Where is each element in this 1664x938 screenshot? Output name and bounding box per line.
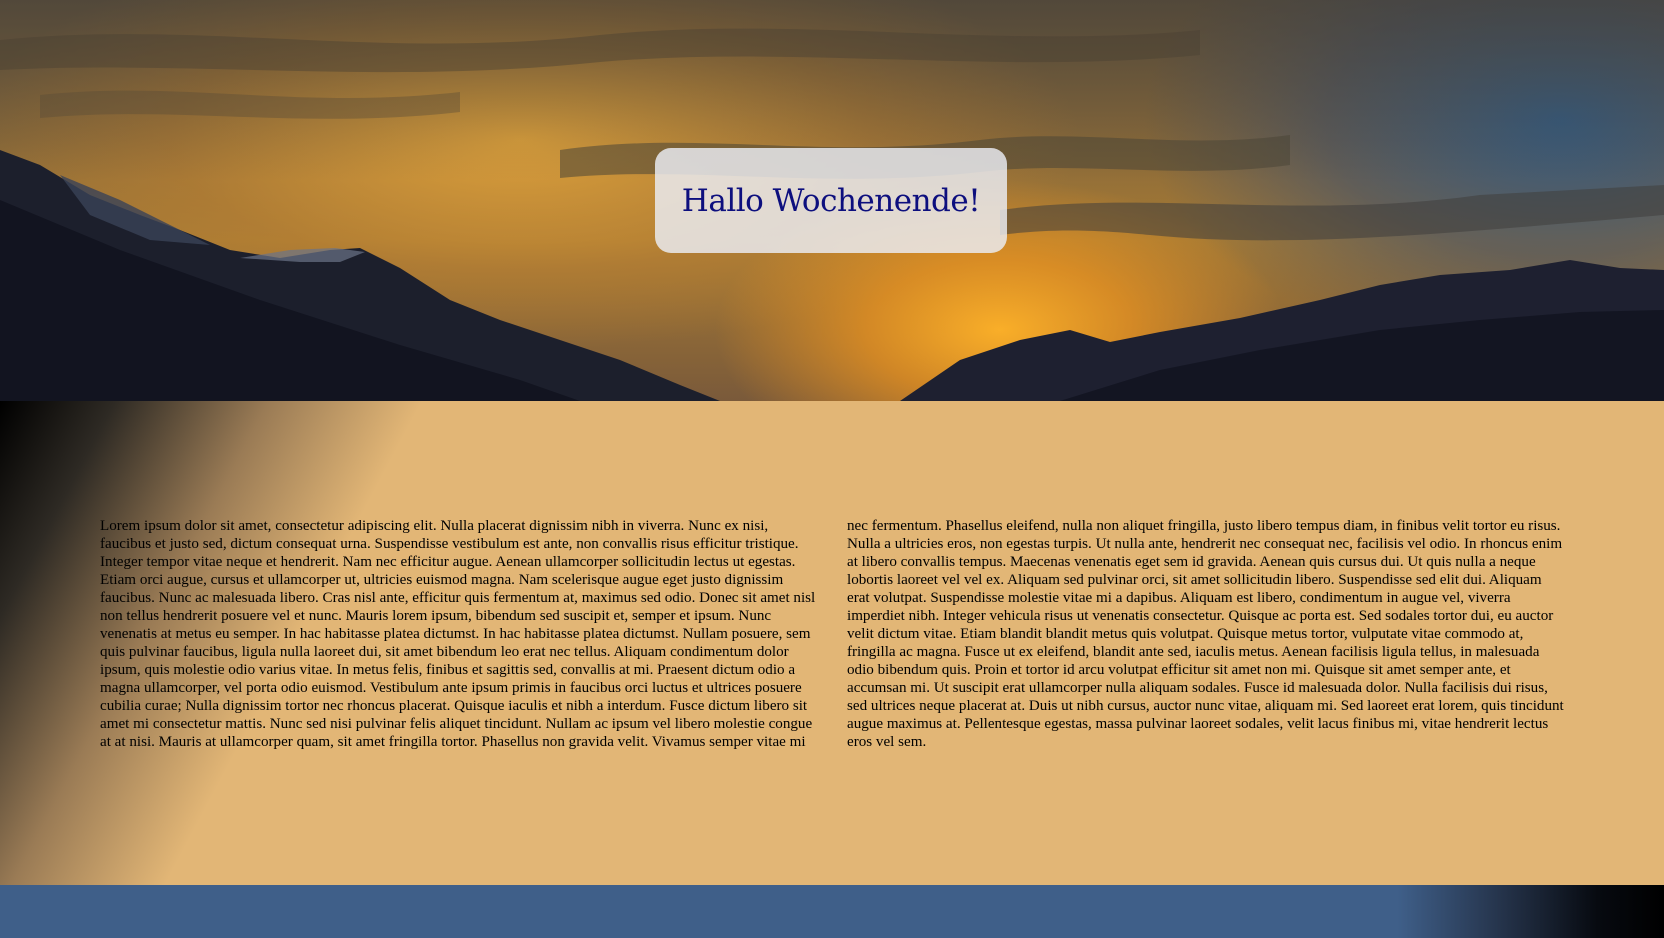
hero-banner: Hallo Wochenende!: [0, 0, 1664, 401]
footer-bar: [0, 885, 1664, 938]
text-columns: Lorem ipsum dolor sit amet, consectetur …: [100, 517, 1564, 751]
content-section: Lorem ipsum dolor sit amet, consectetur …: [0, 401, 1664, 885]
lorem-paragraph: Lorem ipsum dolor sit amet, consectetur …: [100, 518, 1564, 750]
hero-title-card: Hallo Wochenende!: [655, 148, 1007, 253]
page-title: Hallo Wochenende!: [681, 182, 981, 219]
page: Hallo Wochenende! Lorem ipsum dolor sit …: [0, 0, 1664, 938]
